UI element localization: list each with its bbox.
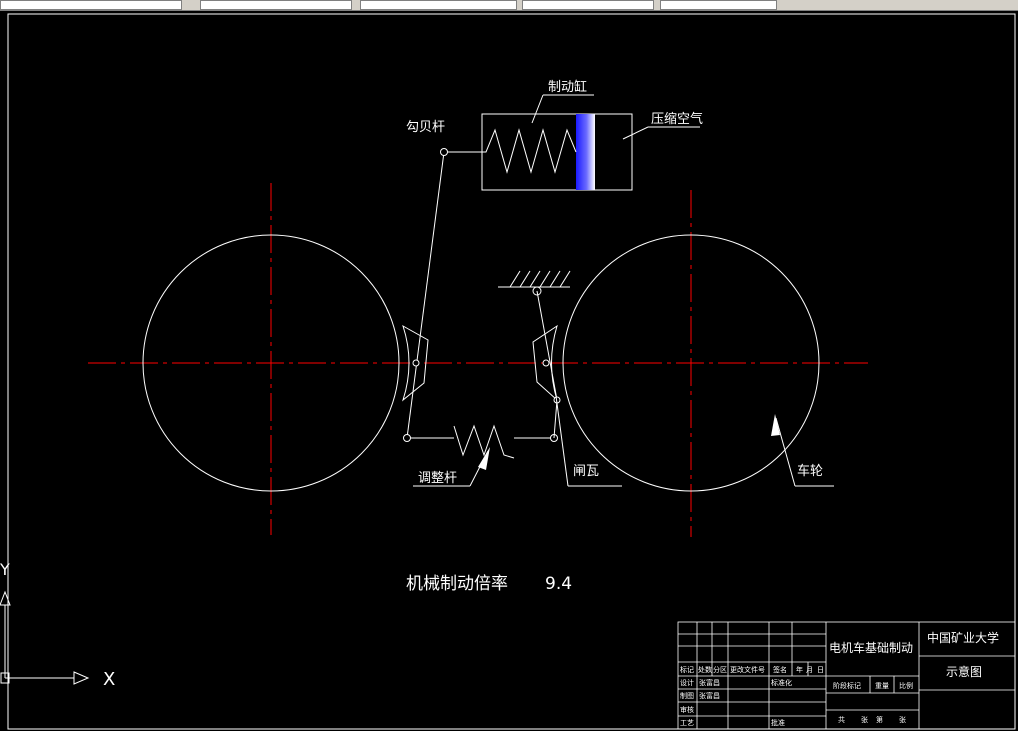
- tb-stage-1: 重量: [875, 682, 889, 690]
- piston: [576, 114, 595, 190]
- label-brake-cylinder: 制动缸: [548, 79, 587, 95]
- centerlines: [88, 183, 868, 537]
- tb-row-0-left: 设计: [680, 678, 694, 687]
- tb-sheet-2: 第: [876, 715, 883, 724]
- tb-row-0-name: 张富昌: [699, 678, 720, 687]
- ucs-x-label: X: [103, 669, 115, 690]
- label-bell-crank: 勾贝杆: [406, 120, 445, 135]
- fixed-support: [498, 270, 571, 296]
- toolbar-field[interactable]: [200, 0, 352, 10]
- tb-header-2: 分区: [713, 665, 727, 674]
- label-wheel: 车轮: [797, 463, 823, 479]
- toolbar-field[interactable]: [660, 0, 777, 10]
- leaders: [413, 94, 834, 487]
- brake-cylinder: [444, 113, 633, 191]
- tb-row-1-name: 张富昌: [699, 691, 720, 700]
- label-adjust-rod: 调整杆: [418, 471, 457, 486]
- adjust-rod: [403, 424, 558, 459]
- tb-header-1: 处数: [698, 665, 712, 674]
- adjust-rod-arrow: [478, 447, 490, 470]
- label-brake-shoe: 闸瓦: [573, 464, 599, 479]
- tb-row-0-mid: 标准化: [771, 678, 792, 687]
- tb-header-5: 年: [796, 665, 803, 674]
- title-block-sheet-name: 示意图: [946, 664, 982, 679]
- tb-header-7: 日: [817, 666, 824, 674]
- title-block-school: 中国矿业大学: [927, 630, 999, 645]
- tb-header-6: 月: [806, 666, 813, 674]
- right-lever: [536, 290, 558, 401]
- toolbar-field[interactable]: [360, 0, 517, 10]
- tb-stage-2: 比例: [899, 681, 913, 690]
- ucs-icon: [0, 590, 90, 685]
- tb-row-3-mid: 批准: [771, 718, 785, 727]
- title-block-drawing-title: 电机车基础制动: [829, 640, 913, 655]
- toolbar-field[interactable]: [0, 0, 182, 10]
- right-brake-shoe: [532, 324, 561, 404]
- tb-header-0: 标记: [680, 665, 694, 674]
- ratio-value: 9.4: [545, 574, 572, 594]
- toolbar-field[interactable]: [522, 0, 654, 10]
- wheel-arrow: [771, 414, 780, 436]
- tb-sheet-0: 共: [838, 715, 845, 724]
- ucs-y-label: Y: [0, 560, 10, 579]
- tb-row-1-left: 制图: [680, 691, 694, 700]
- bell-crank-rod: [406, 151, 445, 439]
- tb-header-4: 签名: [773, 665, 787, 674]
- cad-drawing-canvas[interactable]: 制动缸 勾贝杆 压缩空气 调整杆 闸瓦 车轮 机械制动倍率 9.4 X Y 电机…: [0, 10, 1018, 731]
- tb-row-2-left: 审核: [680, 705, 694, 714]
- tb-header-3: 更改文件号: [730, 665, 765, 674]
- tb-sheet-3: 张: [899, 715, 906, 724]
- tb-stage-0: 阶段标记: [833, 681, 861, 690]
- ratio-label: 机械制动倍率: [406, 574, 508, 594]
- tb-sheet-1: 张: [861, 715, 868, 724]
- label-compressed-air: 压缩空气: [651, 111, 703, 127]
- cylinder-spring: [482, 128, 577, 174]
- bell-crank-pivot: [440, 148, 448, 156]
- tb-row-3-left: 工艺: [680, 719, 694, 727]
